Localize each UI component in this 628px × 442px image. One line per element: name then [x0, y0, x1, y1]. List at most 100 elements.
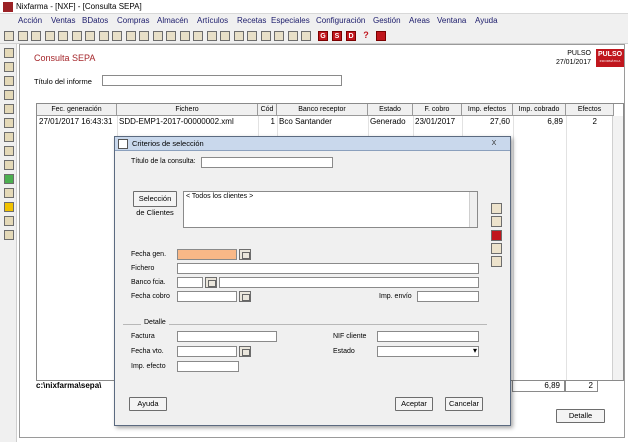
- money-icon[interactable]: [4, 104, 14, 114]
- refresh-icon[interactable]: [4, 188, 14, 198]
- lookup-icon[interactable]: [205, 277, 217, 288]
- detalle-button[interactable]: Detalle: [556, 409, 605, 423]
- col-estado[interactable]: Estado: [368, 104, 413, 116]
- grid-scrollbar[interactable]: [612, 116, 623, 380]
- col-imp-cobrado[interactable]: Imp. cobrado: [513, 104, 566, 116]
- menu-recetas[interactable]: Recetas: [237, 16, 266, 25]
- col-f-cobro[interactable]: F. cobro: [413, 104, 462, 116]
- help-icon[interactable]: ?: [361, 31, 371, 41]
- banco-name-input[interactable]: [219, 277, 479, 288]
- menu-ventana[interactable]: Ventana: [437, 16, 466, 25]
- menu-gestion[interactable]: Gestión: [373, 16, 401, 25]
- exit-icon[interactable]: [260, 31, 271, 41]
- menu-ventas[interactable]: Ventas: [51, 16, 75, 25]
- menu-especiales[interactable]: Especiales: [271, 16, 310, 25]
- printer-icon[interactable]: [206, 31, 217, 41]
- clientes-scrollbar[interactable]: [469, 192, 477, 227]
- calculator-icon[interactable]: [4, 160, 14, 170]
- box-icon[interactable]: [4, 132, 14, 142]
- table-icon[interactable]: [4, 230, 14, 240]
- menu-accion[interactable]: Acción: [18, 16, 42, 25]
- document-icon[interactable]: [4, 146, 14, 156]
- ayuda-button[interactable]: Ayuda: [129, 397, 167, 411]
- user-label: PULSO: [567, 50, 591, 57]
- pencil-icon[interactable]: [4, 118, 14, 128]
- list-item[interactable]: < Todos los clientes >: [186, 193, 475, 200]
- imp-envio-input[interactable]: [417, 291, 479, 302]
- dock-icon[interactable]: [4, 31, 14, 41]
- d-button[interactable]: D: [346, 31, 356, 41]
- clientes-list[interactable]: < Todos los clientes >: [183, 191, 478, 228]
- duplicate-icon[interactable]: [98, 31, 109, 41]
- fichero-input[interactable]: [177, 263, 479, 274]
- sales-icon[interactable]: [4, 48, 14, 58]
- estado-select[interactable]: [377, 346, 479, 357]
- notes-icon[interactable]: [301, 31, 311, 41]
- titulo-informe-input[interactable]: [102, 75, 342, 86]
- calendar-icon[interactable]: [239, 346, 251, 357]
- clipboard-icon[interactable]: [112, 31, 122, 41]
- menu-compras[interactable]: Compras: [117, 16, 149, 25]
- delete-icon[interactable]: [491, 230, 502, 241]
- imp-efecto-input[interactable]: [177, 361, 239, 372]
- edit-icon[interactable]: [491, 216, 502, 227]
- menu-articulos[interactable]: Artículos: [197, 16, 228, 25]
- col-fec-generacion[interactable]: Fec. generación: [37, 104, 117, 116]
- titulo-informe-label: Título del informe: [34, 77, 92, 86]
- seleccion-clientes-button[interactable]: Selección de Clientes: [133, 191, 177, 217]
- fecha-vto-input[interactable]: [177, 346, 237, 357]
- last-icon[interactable]: [193, 31, 203, 41]
- print-icon[interactable]: [71, 31, 82, 41]
- aceptar-button[interactable]: Aceptar: [395, 397, 433, 411]
- binoculars-icon[interactable]: [233, 31, 244, 41]
- col-banco-receptor[interactable]: Banco receptor: [277, 104, 368, 116]
- first-icon[interactable]: [152, 31, 163, 41]
- col-cod[interactable]: Cód: [258, 104, 277, 116]
- grid-icon[interactable]: [274, 31, 284, 41]
- menu-bdatos[interactable]: BDatos: [82, 16, 108, 25]
- star-icon[interactable]: [139, 31, 149, 41]
- g-button[interactable]: G: [318, 31, 328, 41]
- close-icon[interactable]: X: [485, 139, 503, 149]
- col-efectos[interactable]: Efectos: [566, 104, 614, 116]
- cell-imp-cobrado: 6,89: [547, 117, 563, 126]
- add-icon[interactable]: [4, 174, 14, 184]
- banco-code-input[interactable]: [177, 277, 203, 288]
- warning-icon[interactable]: [4, 202, 14, 212]
- save-icon[interactable]: [491, 203, 502, 214]
- factura-input[interactable]: [177, 331, 277, 342]
- copy-icon[interactable]: [31, 31, 41, 41]
- menu-ayuda[interactable]: Ayuda: [475, 16, 498, 25]
- titulo-consulta-input[interactable]: [201, 157, 333, 168]
- filter-icon[interactable]: [85, 31, 95, 41]
- paste-icon[interactable]: [44, 31, 55, 41]
- cut-icon[interactable]: [17, 31, 28, 41]
- next-icon[interactable]: [179, 31, 190, 41]
- cancelar-button[interactable]: Cancelar: [445, 397, 483, 411]
- calendar-icon[interactable]: [491, 243, 502, 254]
- calendar-icon[interactable]: [239, 249, 251, 260]
- col-imp-efectos[interactable]: Imp. efectos: [462, 104, 513, 116]
- cash-icon[interactable]: [4, 62, 14, 72]
- find-icon[interactable]: [220, 31, 230, 41]
- chart-icon[interactable]: [4, 216, 14, 226]
- menu-almacen[interactable]: Almacén: [157, 16, 188, 25]
- save-icon[interactable]: [58, 31, 68, 41]
- nif-cliente-input[interactable]: [377, 331, 479, 342]
- export-icon[interactable]: [491, 256, 502, 267]
- fecha-gen-input[interactable]: [177, 249, 237, 260]
- fecha-cobro-input[interactable]: [177, 291, 237, 302]
- prev-icon[interactable]: [166, 31, 176, 41]
- tools-icon[interactable]: [247, 31, 257, 41]
- user-icon[interactable]: [4, 76, 14, 86]
- menu-areas[interactable]: Areas: [409, 16, 430, 25]
- alert-icon[interactable]: [376, 31, 386, 41]
- calendar-icon[interactable]: [239, 291, 251, 302]
- menu-configuracion[interactable]: Configuración: [316, 16, 365, 25]
- s-button[interactable]: S: [332, 31, 342, 41]
- sepa-path: c:\nixfarma\sepa\: [36, 381, 102, 390]
- col-fichero[interactable]: Fichero: [117, 104, 258, 116]
- calendar-icon[interactable]: [125, 31, 136, 41]
- cart-icon[interactable]: [4, 90, 14, 100]
- camera-icon[interactable]: [287, 31, 298, 41]
